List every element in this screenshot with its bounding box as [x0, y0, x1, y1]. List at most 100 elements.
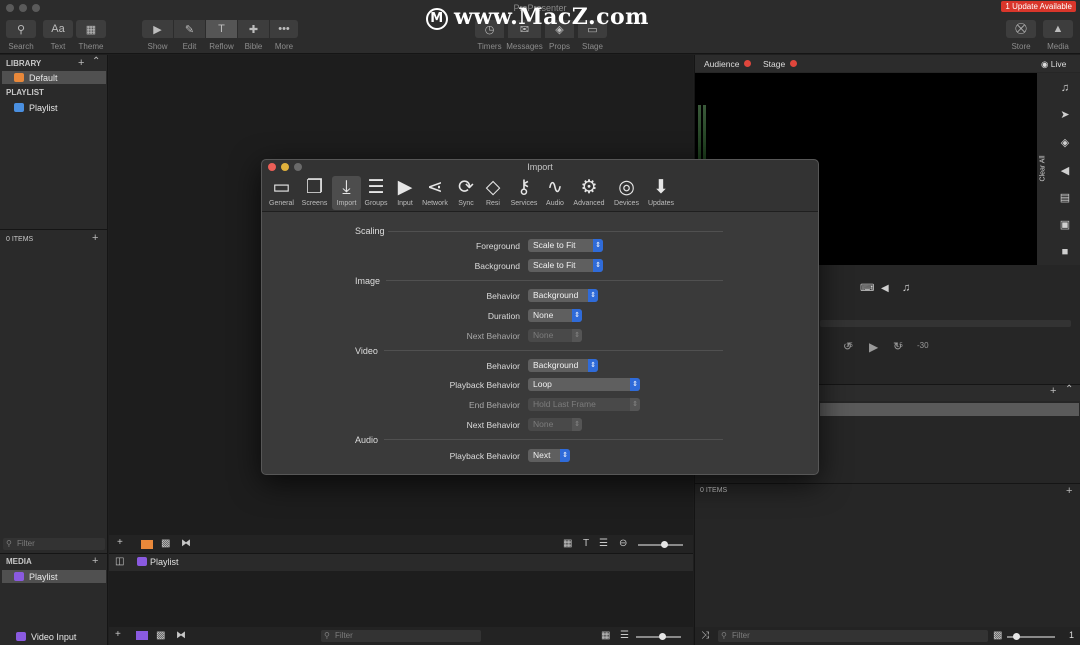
show-mode-button[interactable]: ▶: [142, 20, 173, 38]
image-duration-select[interactable]: None ⇕: [528, 309, 582, 322]
list-view-icon[interactable]: ☰: [620, 630, 629, 641]
tab-screens[interactable]: ❐ Screens: [299, 176, 330, 210]
chevron-updown-icon: ⇕: [630, 398, 640, 411]
library-item-default[interactable]: Default: [2, 71, 106, 84]
send-icon[interactable]: ➤: [1058, 108, 1072, 121]
bible-mode-button[interactable]: ✚: [238, 20, 269, 38]
purple-grid-icon[interactable]: [136, 631, 148, 640]
clear-all-label[interactable]: Clear All: [1040, 149, 1047, 189]
add-right-item-icon[interactable]: +: [1066, 485, 1072, 497]
media-bin-playlist-label[interactable]: Playlist: [150, 557, 179, 567]
add-library-icon[interactable]: +: [78, 57, 84, 69]
tab-label: Import: [336, 200, 357, 207]
zoom-out-icon[interactable]: ⊖: [619, 538, 627, 549]
speaker-icon[interactable]: ◀: [881, 283, 889, 294]
playlist-item-playlist[interactable]: Playlist: [2, 101, 106, 114]
add-media-item-icon[interactable]: +: [115, 629, 121, 640]
media-item-label: Playlist: [29, 571, 58, 582]
transition-icon[interactable]: ⧓: [181, 538, 191, 549]
tab-devices[interactable]: ◎ Devices: [611, 176, 642, 210]
video-input-item[interactable]: Video Input: [2, 630, 106, 643]
list-view-icon[interactable]: ☰: [599, 538, 608, 549]
tab-updates[interactable]: ⬇ Updates: [644, 176, 678, 210]
tab-import[interactable]: ⤓ Import: [332, 176, 361, 210]
right-count: 1: [1069, 630, 1075, 640]
media-filter-input[interactable]: Filter: [321, 630, 481, 642]
audience-label[interactable]: Audience: [704, 59, 739, 69]
text-button[interactable]: Aa: [43, 20, 73, 38]
playlist-icon: [14, 103, 24, 112]
tab-network[interactable]: ⋖ Network: [419, 176, 451, 210]
tab-sync[interactable]: ⟳ Sync: [454, 176, 478, 210]
audio-playback-value: Next: [533, 450, 551, 460]
shuffle-icon[interactable]: ⤨: [701, 630, 709, 641]
tab-resi[interactable]: ◇ Resi: [481, 176, 505, 210]
image-icon[interactable]: ▣: [1058, 218, 1072, 231]
media-item-playlist[interactable]: Playlist: [2, 570, 106, 583]
music-icon[interactable]: ♫: [902, 282, 910, 294]
video-behavior-label: Behavior: [486, 361, 520, 371]
checker-icon[interactable]: ▩: [161, 538, 170, 549]
left-filter-input[interactable]: Filter: [3, 538, 105, 550]
image-behavior-select[interactable]: Background ⇕: [528, 289, 598, 302]
video-behavior-select[interactable]: Background ⇕: [528, 359, 598, 372]
tab-groups[interactable]: ☰ Groups: [362, 176, 390, 210]
search-button[interactable]: ⚲: [6, 20, 36, 38]
layers-icon[interactable]: ◈: [1058, 136, 1072, 149]
add-slide-icon[interactable]: +: [117, 537, 123, 548]
tab-audio[interactable]: ∿ Audio: [543, 176, 567, 210]
transition-icon[interactable]: ⧓: [176, 630, 186, 641]
reflow-mode-button[interactable]: T: [206, 20, 237, 38]
media-zoom-slider-knob[interactable]: [659, 633, 666, 640]
tab-services[interactable]: ⚷ Services: [508, 176, 540, 210]
store-button[interactable]: ⛒: [1006, 20, 1036, 38]
collapse-library-icon[interactable]: ⌃: [92, 56, 100, 67]
tab-label: Services: [510, 200, 538, 207]
divider: [0, 553, 108, 554]
add-item-icon[interactable]: +: [92, 232, 98, 244]
right-zoom-slider-knob[interactable]: [1013, 633, 1020, 640]
message-box-icon[interactable]: ▤: [1058, 191, 1072, 204]
update-available-badge[interactable]: 1 Update Available: [1001, 1, 1076, 12]
foreground-select[interactable]: Scale to Fit ⇕: [528, 239, 603, 252]
music-note-icon[interactable]: ♫: [1058, 82, 1072, 94]
stage-label-right[interactable]: Stage: [763, 59, 785, 69]
zoom-slider-knob[interactable]: [661, 541, 668, 548]
grid-view-icon[interactable]: ▦: [563, 538, 572, 549]
messages-label: Messages: [506, 42, 543, 51]
checker-icon[interactable]: ▩: [156, 630, 165, 641]
video-icon[interactable]: ■: [1058, 246, 1072, 258]
add-media-icon[interactable]: +: [92, 555, 98, 567]
screens-icon: ❐: [305, 177, 324, 198]
skip-back-30-label[interactable]: -30: [917, 341, 929, 350]
tab-advanced[interactable]: ⚙ Advanced: [570, 176, 608, 210]
tab-input[interactable]: ▶ Input: [392, 176, 418, 210]
live-indicator: ◉ Live: [1041, 59, 1066, 70]
tab-general[interactable]: ▭ General: [266, 176, 297, 210]
chevron-updown-icon: ⇕: [588, 359, 598, 372]
video-playback-select[interactable]: Loop ⇕: [528, 378, 640, 391]
keyboard-icon[interactable]: ⌨: [860, 283, 874, 294]
add-prop-icon[interactable]: +: [1050, 385, 1056, 397]
grid-view-icon[interactable]: ▦: [601, 630, 610, 641]
playback-scrubber[interactable]: [820, 320, 1071, 327]
right-filter-input[interactable]: Filter: [718, 630, 988, 642]
stage-label: Stage: [582, 42, 603, 51]
more-button[interactable]: •••: [270, 20, 298, 38]
edit-mode-button[interactable]: ✎: [174, 20, 205, 38]
orange-grid-icon[interactable]: [141, 540, 153, 549]
announcement-icon[interactable]: ◀: [1058, 164, 1072, 177]
collapse-icon[interactable]: ⌃: [1065, 384, 1073, 395]
devices-icon: ◎: [618, 177, 635, 198]
text-view-icon[interactable]: T: [583, 538, 589, 549]
checker-icon[interactable]: ▩: [993, 630, 1002, 641]
audience-status-dot: [744, 60, 751, 67]
play-icon[interactable]: ▶: [869, 340, 878, 354]
selected-list-row[interactable]: [820, 403, 1079, 416]
background-select[interactable]: Scale to Fit ⇕: [528, 259, 603, 272]
sidebar-toggle-icon[interactable]: ◫: [115, 556, 124, 567]
media-button[interactable]: ▲: [1043, 20, 1073, 38]
audio-playback-select[interactable]: Next ⇕: [528, 449, 570, 462]
theme-button[interactable]: ▦: [76, 20, 106, 38]
chevron-updown-icon: ⇕: [572, 329, 582, 342]
